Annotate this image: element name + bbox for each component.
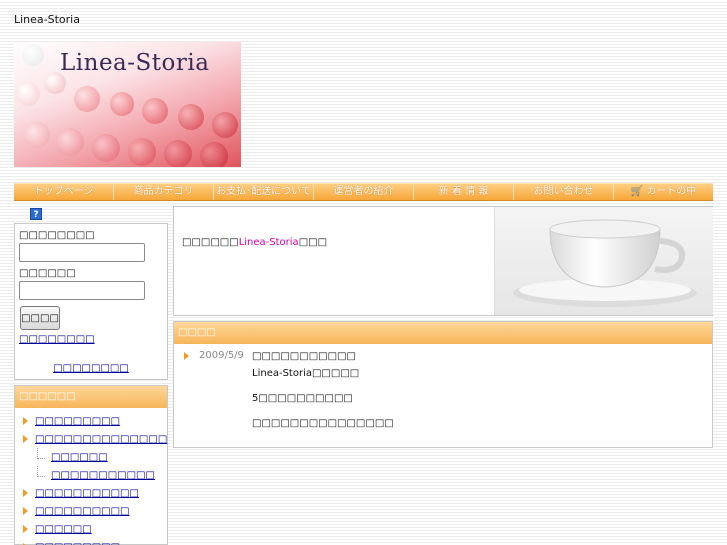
tree-line-icon: [37, 466, 45, 477]
bead-decoration: [92, 134, 120, 162]
help-icon[interactable]: ?: [30, 208, 42, 220]
news-date: 2009/5/9: [199, 350, 244, 361]
category-panel: □□□□□□ □□□□□□□□□ □□□□□□□□□□□□□□ □□□□□□ □…: [14, 385, 168, 545]
nav-top-page[interactable]: トップページ: [14, 184, 114, 200]
news-line: □□□□□□□□□□□: [252, 351, 356, 362]
arrow-right-icon: [23, 507, 28, 515]
site-title: Linea-Storia: [14, 13, 80, 26]
coffee-cup-image: [494, 207, 713, 315]
category-link[interactable]: □□□□□□: [35, 524, 92, 535]
bead-decoration: [200, 142, 228, 167]
welcome-prefix: □□□□□□: [182, 237, 239, 248]
nav-about-operator[interactable]: 運営者の紹介: [314, 184, 414, 200]
bead-decoration: [22, 44, 44, 66]
login-panel: □□□□□□□□ □□□□□□ □□□□ □□□□□□□□ □□□□□□□□: [14, 223, 168, 380]
bead-decoration: [16, 82, 40, 106]
nav-payment-shipping[interactable]: お支払･配送について: [214, 184, 314, 200]
arrow-right-icon: [23, 435, 28, 443]
password-label: □□□□□□: [19, 268, 76, 279]
forgot-password-link[interactable]: □□□□□□□□: [19, 334, 163, 345]
bead-decoration: [142, 98, 168, 124]
bead-decoration: [56, 128, 84, 156]
login-button[interactable]: □□□□: [20, 306, 60, 330]
list-item[interactable]: □□□□□□□□□□: [23, 502, 167, 520]
arrow-right-icon: [184, 352, 189, 360]
register-link[interactable]: □□□□□□□□: [19, 363, 163, 374]
nav-cart[interactable]: 🛒 カートの中: [614, 184, 713, 200]
banner-logo-text: Linea-Storia: [60, 50, 210, 76]
category-link[interactable]: □□□□□□□□□: [35, 416, 120, 427]
category-link[interactable]: □□□□□□□□□□□□□□: [35, 434, 167, 445]
list-item[interactable]: □□□□□□□□□□□: [23, 484, 167, 502]
email-field[interactable]: [19, 243, 145, 262]
subcategory-link[interactable]: □□□□□□: [51, 452, 108, 463]
bead-decoration: [178, 104, 204, 130]
category-header: □□□□□□: [15, 386, 167, 408]
email-label: □□□□□□□□: [19, 230, 95, 241]
nav-news[interactable]: 新 着 情 報: [414, 184, 514, 200]
news-panel: □□□□ 2009/5/9 □□□□□□□□□□□ Linea-Storia□□…: [173, 321, 713, 448]
category-link[interactable]: □□□□□□□□□□: [35, 506, 129, 517]
welcome-message: □□□□□□Linea-Storia□□□: [182, 237, 327, 248]
category-link[interactable]: □□□□□□□□□□□: [35, 488, 139, 499]
nav-cart-label: カートの中: [646, 186, 697, 197]
nav-contact[interactable]: お問い合わせ: [514, 184, 614, 200]
main-navigation: トップページ 商品カテゴリ お支払･配送について 運営者の紹介 新 着 情 報 …: [14, 183, 713, 201]
cart-icon: 🛒: [630, 186, 644, 197]
news-content: □□□□□□□□□□□ Linea-Storia□□□□□ 5□□□□□□□□□…: [252, 350, 394, 434]
welcome-panel: □□□□□□Linea-Storia□□□: [173, 206, 713, 316]
list-item[interactable]: □□□□□□□□□□□: [23, 466, 167, 484]
news-header: □□□□: [174, 322, 712, 344]
bead-decoration: [110, 92, 134, 116]
list-item[interactable]: □□□□□□□□□: [23, 538, 167, 545]
nav-categories[interactable]: 商品カテゴリ: [114, 184, 214, 200]
news-line: 5□□□□□□□□□□: [252, 393, 353, 404]
arrow-right-icon: [23, 489, 28, 497]
welcome-suffix: □□□: [298, 237, 328, 248]
banner-image[interactable]: Linea-Storia: [14, 42, 241, 167]
bead-decoration: [74, 86, 100, 112]
coffee-cup-illustration: [513, 219, 697, 307]
password-field[interactable]: [19, 281, 145, 300]
arrow-right-icon: [23, 525, 28, 533]
list-item[interactable]: □□□□□□□□□: [23, 412, 167, 430]
bead-decoration: [128, 138, 156, 166]
news-line: Linea-Storia□□□□□: [252, 368, 360, 379]
news-line: □□□□□□□□□□□□□□□: [252, 418, 394, 429]
arrow-right-icon: [23, 417, 28, 425]
category-list: □□□□□□□□□ □□□□□□□□□□□□□□ □□□□□□ □□□□□□□□…: [15, 408, 167, 545]
bead-decoration: [164, 140, 192, 167]
bead-decoration: [212, 112, 238, 138]
subcategory-link[interactable]: □□□□□□□□□□□: [51, 470, 155, 481]
list-item[interactable]: □□□□□□□□□□□□□□: [23, 430, 167, 448]
tree-line-icon: [37, 448, 45, 459]
shop-name: Linea-Storia: [238, 237, 299, 248]
list-item[interactable]: □□□□□□: [23, 520, 167, 538]
list-item[interactable]: □□□□□□: [23, 448, 167, 466]
bead-decoration: [24, 122, 50, 148]
